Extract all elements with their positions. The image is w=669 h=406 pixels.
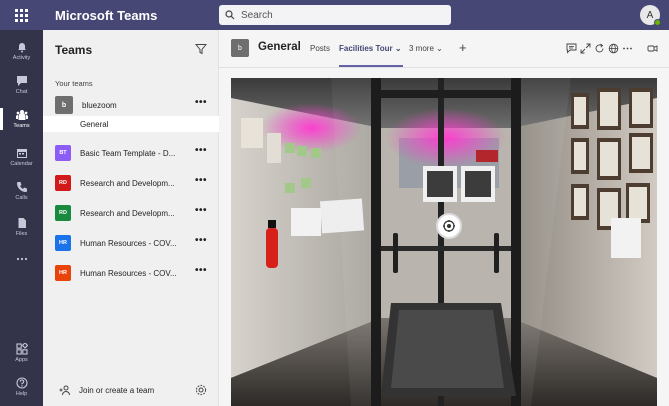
rail-label: Files [15,231,28,237]
team-avatar: BT [55,145,71,161]
more-options-icon[interactable]: ••• [195,235,207,246]
team-avatar: HR [55,235,71,251]
walk-icon [443,220,455,232]
tab-posts[interactable]: Posts [310,44,330,53]
rail-item-calendar[interactable]: Calendar [0,140,43,174]
channel-item-general[interactable]: General [43,116,219,132]
active-tab-indicator [339,65,403,67]
team-name: Research and Developm... [80,178,175,188]
more-options-icon[interactable]: ••• [195,97,207,108]
rail-label: Activity [12,55,31,61]
help-icon [15,377,28,389]
add-people-icon [59,385,70,396]
rail-label: Help [15,391,28,397]
rail-label: Calls [15,195,28,201]
rail-label: Apps [15,357,28,363]
rail-item-more[interactable] [0,242,43,276]
facilities-tour-viewer[interactable] [231,78,657,406]
app-title: Microsoft Teams [55,7,158,23]
calendar-icon [16,149,27,158]
rail-item-calls[interactable]: Calls [0,174,43,208]
team-item[interactable]: RD Research and Developm... ••• [43,200,219,226]
channel-header: b General Posts Facilities Tour ⌄ 3 more… [219,30,669,68]
more-options-icon[interactable]: ••• [195,265,207,276]
team-avatar: HR [55,265,71,281]
presence-indicator [654,19,661,26]
your-teams-label: Your teams [55,79,93,88]
app-launcher-icon[interactable] [0,0,43,30]
team-name: Research and Developm... [80,208,175,218]
panel-title: Teams [55,43,93,57]
teams-panel: Teams Your teams b bluezoom ••• General … [43,30,219,406]
team-item-bluezoom[interactable]: b bluezoom ••• [43,92,219,118]
team-name: bluezoom [82,100,117,110]
rail-item-chat[interactable]: Chat [0,68,43,102]
team-item[interactable]: RD Research and Developm... ••• [43,170,219,196]
team-name: Human Resources - COV... [80,238,177,248]
team-item[interactable]: HR Human Resources - COV... ••• [43,260,219,286]
rail-item-files[interactable]: Files [0,210,43,244]
meet-icon[interactable] [647,43,658,54]
more-options-icon[interactable] [622,43,633,54]
rail-item-teams[interactable]: Teams [0,102,43,136]
chat-icon [16,76,27,86]
user-initial: A [646,9,654,21]
tour-panorama [231,78,657,406]
search-input[interactable]: Search [219,5,451,25]
search-placeholder: Search [241,9,273,21]
rail-label: Chat [15,89,28,95]
expand-icon[interactable] [580,43,591,54]
channel-avatar: b [231,39,249,57]
more-options-icon[interactable]: ••• [195,205,207,216]
teams-icon [15,110,28,120]
rail-label: Calendar [10,161,33,167]
file-icon [18,218,26,228]
team-name: Human Resources - COV... [80,268,177,278]
rail-label: Teams [13,123,30,129]
team-name: Basic Team Template - D... [80,148,176,158]
conversation-icon[interactable] [566,43,577,54]
team-avatar: b [55,96,73,114]
search-icon [225,10,235,20]
tab-more[interactable]: 3 more ⌄ [409,44,443,53]
channel-title: General [258,41,301,53]
phone-icon [16,182,27,192]
join-label: Join or create a team [79,385,155,395]
team-item[interactable]: HR Human Resources - COV... ••• [43,230,219,256]
rail-item-activity[interactable]: Activity [0,34,43,68]
globe-icon[interactable] [608,43,619,54]
bell-icon [17,43,26,53]
more-icon [16,257,27,261]
app-rail: Activity Chat Teams Calendar Calls Files… [0,30,43,406]
join-or-create-team-button[interactable]: Join or create a team [43,382,219,398]
rail-item-help[interactable]: Help [0,370,43,404]
rail-item-apps[interactable]: Apps [0,336,43,370]
apps-icon [15,343,28,355]
more-options-icon[interactable]: ••• [195,175,207,186]
team-item[interactable]: BT Basic Team Template - D... ••• [43,140,219,166]
filter-icon[interactable] [195,43,207,55]
add-tab-button[interactable]: + [459,40,467,55]
gear-icon[interactable] [195,384,207,396]
refresh-icon[interactable] [594,43,605,54]
navigation-hotspot[interactable] [436,213,462,239]
channel-name: General [80,119,109,129]
team-avatar: RD [55,205,71,221]
user-avatar[interactable]: A [640,5,661,26]
team-avatar: RD [55,175,71,191]
more-options-icon[interactable]: ••• [195,145,207,156]
tab-facilities-tour[interactable]: Facilities Tour ⌄ [339,44,402,53]
